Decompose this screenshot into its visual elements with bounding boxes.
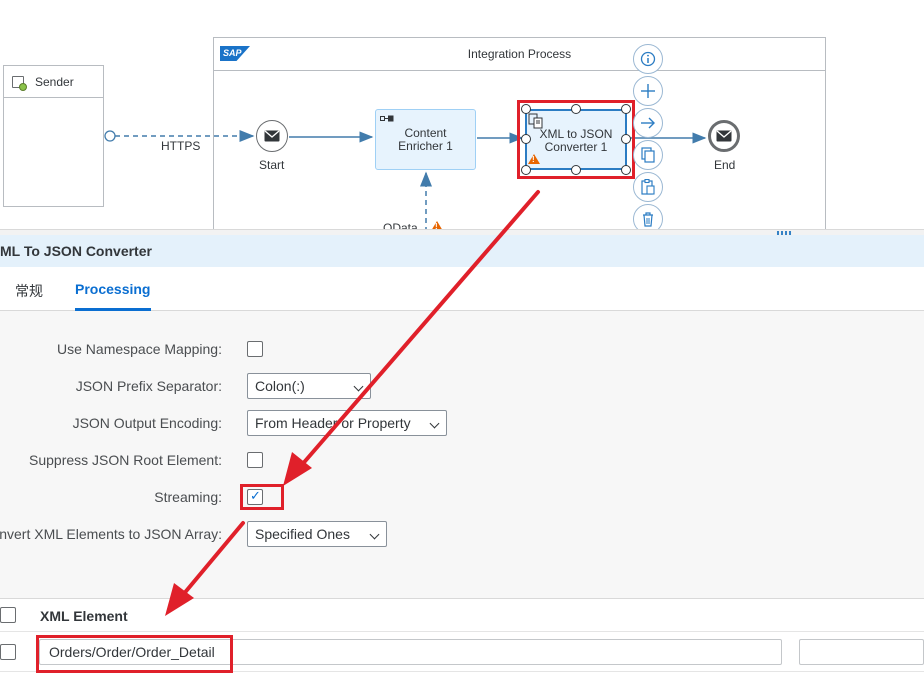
row-checkbox[interactable] bbox=[0, 644, 16, 660]
xml-element-highlight-box bbox=[36, 635, 233, 673]
converter-highlight-box bbox=[517, 100, 635, 179]
convert-to-array-value: Specified Ones bbox=[255, 526, 350, 542]
process-canvas[interactable]: Sender SAP Integration Process HTTPS ODa… bbox=[0, 0, 924, 232]
table-header: XML Element bbox=[0, 599, 924, 632]
json-prefix-separator-select[interactable]: Colon(:) bbox=[247, 373, 371, 399]
enricher-icon bbox=[380, 115, 394, 122]
streaming-highlight-box bbox=[240, 484, 284, 510]
delete-button[interactable] bbox=[633, 204, 663, 232]
select-all-checkbox[interactable] bbox=[0, 607, 16, 623]
secondary-input[interactable] bbox=[799, 639, 924, 665]
message-icon bbox=[716, 130, 732, 142]
content-enricher-step[interactable]: Content Enricher 1 bbox=[375, 109, 476, 170]
properties-tabs: 常规 Processing bbox=[0, 267, 924, 311]
connect-button[interactable] bbox=[633, 108, 663, 138]
convert-to-array-select[interactable]: Specified Ones bbox=[247, 521, 387, 547]
enricher-label-1: Content bbox=[404, 125, 447, 140]
column-header-xml-element: XML Element bbox=[40, 608, 128, 624]
panel-title: ML To JSON Converter bbox=[0, 243, 152, 259]
streaming-label: Streaming: bbox=[154, 489, 222, 505]
info-icon bbox=[640, 51, 656, 67]
suppress-json-root-label: Suppress JSON Root Element: bbox=[29, 452, 222, 468]
tab-general[interactable]: 常规 bbox=[15, 281, 43, 301]
use-namespace-mapping-label: Use Namespace Mapping: bbox=[57, 341, 222, 357]
json-output-encoding-value: From Header or Property bbox=[255, 415, 411, 431]
enricher-label-2: Enricher 1 bbox=[398, 138, 453, 153]
paste-icon bbox=[641, 179, 655, 195]
message-icon bbox=[264, 130, 280, 142]
paste-button[interactable] bbox=[633, 172, 663, 202]
json-output-encoding-label: JSON Output Encoding: bbox=[72, 415, 222, 431]
start-label: Start bbox=[259, 158, 285, 172]
chevron-down-icon bbox=[429, 418, 440, 429]
add-icon bbox=[641, 84, 655, 98]
tab-processing[interactable]: Processing bbox=[75, 281, 150, 297]
processing-form: Use Namespace Mapping: JSON Prefix Separ… bbox=[0, 311, 924, 601]
json-output-encoding-select[interactable]: From Header or Property bbox=[247, 410, 447, 436]
copy-button[interactable] bbox=[633, 140, 663, 170]
add-button[interactable] bbox=[633, 76, 663, 106]
start-event[interactable] bbox=[256, 120, 288, 152]
json-prefix-separator-label: JSON Prefix Separator: bbox=[75, 378, 222, 394]
copy-icon bbox=[641, 147, 655, 163]
end-event[interactable] bbox=[708, 120, 740, 152]
https-label: HTTPS bbox=[161, 139, 201, 153]
json-prefix-separator-value: Colon(:) bbox=[255, 378, 305, 394]
info-button[interactable] bbox=[633, 44, 663, 74]
suppress-json-root-checkbox[interactable] bbox=[247, 452, 263, 468]
chevron-down-icon bbox=[353, 381, 364, 392]
use-namespace-mapping-checkbox[interactable] bbox=[247, 341, 263, 357]
connect-arrow-icon bbox=[641, 117, 655, 129]
convert-to-array-label: onvert XML Elements to JSON Array: bbox=[0, 526, 222, 542]
channel-source-dot bbox=[104, 130, 116, 142]
end-label: End bbox=[714, 158, 736, 172]
xml-element-table: XML Element Orders/Order/Order_Detail bbox=[0, 598, 924, 685]
chevron-down-icon bbox=[369, 529, 380, 540]
properties-header: ML To JSON Converter bbox=[0, 235, 924, 267]
delete-icon bbox=[643, 212, 653, 227]
